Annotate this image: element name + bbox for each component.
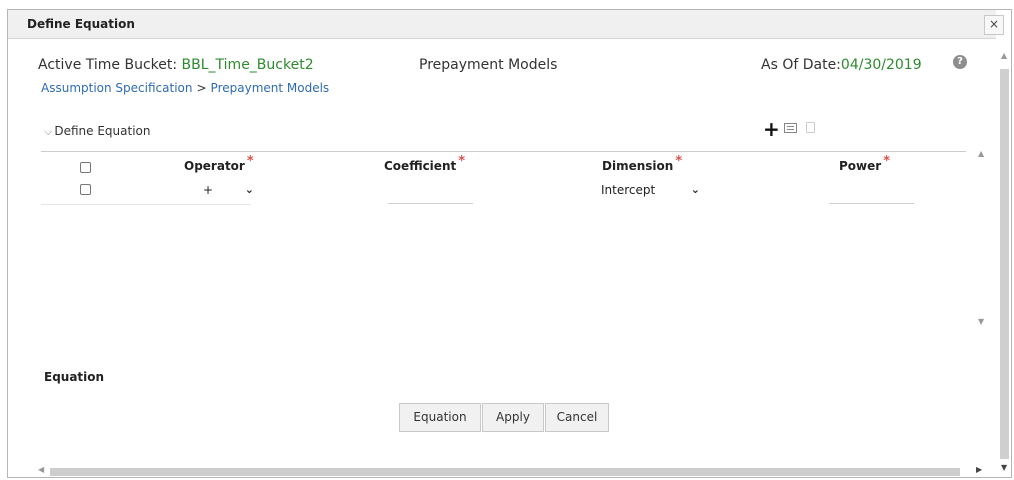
- coefficient-input[interactable]: [388, 203, 473, 204]
- table-vertical-scrollbar[interactable]: ▲ ▼: [975, 149, 989, 336]
- dialog-content: Active Time Bucket: BBL_Time_Bucket2 Pre…: [8, 39, 997, 476]
- dialog-vertical-scrollbar[interactable]: ▲ ▼: [998, 39, 1011, 475]
- dialog-titlebar: Define Equation: [8, 10, 996, 39]
- horizontal-scroll-thumb[interactable]: [50, 468, 960, 476]
- dialog-title: Define Equation: [27, 17, 135, 31]
- column-header-operator: Operator *: [184, 154, 254, 173]
- help-icon[interactable]: ?: [953, 55, 967, 69]
- cancel-button[interactable]: Cancel: [545, 403, 609, 432]
- scroll-right-icon[interactable]: ▶: [976, 465, 982, 474]
- column-header-coefficient: Coefficient *: [384, 154, 466, 173]
- dialog-scroll-up-icon[interactable]: ▲: [1001, 51, 1007, 60]
- column-header-dimension: Dimension *: [602, 154, 683, 173]
- as-of-date-label: As Of Date:: [761, 57, 841, 73]
- chevron-down-icon: ⌵: [44, 125, 53, 138]
- delete-icon[interactable]: [806, 122, 815, 133]
- equation-table: Operator * Coefficient * Dimension * Power *…: [41, 151, 966, 337]
- breadcrumb-assumption-specification[interactable]: Assumption Specification: [41, 81, 192, 95]
- equation-button[interactable]: Equation: [399, 403, 481, 432]
- dialog-scroll-down-icon[interactable]: ▼: [1001, 463, 1007, 472]
- define-equation-dialog: Define Equation × Active Time Bucket: BB…: [7, 9, 1012, 478]
- operator-select[interactable]: + ⌄: [186, 179, 258, 201]
- row-checkbox[interactable]: [80, 184, 91, 195]
- select-all-checkbox[interactable]: [80, 162, 91, 173]
- scroll-down-icon[interactable]: ▼: [978, 317, 984, 326]
- active-time-bucket-value: BBL_Time_Bucket2: [181, 57, 314, 73]
- power-input[interactable]: [829, 203, 914, 204]
- section-title: Define Equation: [54, 124, 151, 138]
- active-time-bucket-label: Active Time Bucket:: [38, 57, 182, 73]
- active-time-bucket: Active Time Bucket: BBL_Time_Bucket2: [38, 57, 314, 73]
- scroll-left-icon[interactable]: ◀: [38, 465, 44, 474]
- as-of-date-value: 04/30/2019: [840, 57, 922, 73]
- define-equation-section-toggle[interactable]: ⌵ Define Equation: [44, 124, 150, 139]
- equation-label: Equation: [44, 370, 105, 384]
- column-header-power: Power *: [839, 154, 890, 173]
- horizontal-scrollbar[interactable]: ◀ ▶: [38, 465, 983, 477]
- close-button[interactable]: ×: [984, 15, 1004, 35]
- add-icon[interactable]: +: [763, 117, 780, 141]
- page-title: Prepayment Models: [419, 57, 558, 73]
- dimension-select[interactable]: Intercept ⌄: [597, 179, 704, 201]
- apply-button[interactable]: Apply: [482, 403, 544, 432]
- as-of-date: As Of Date:04/30/2019: [761, 57, 922, 73]
- breadcrumb-separator: >: [196, 81, 207, 95]
- scroll-up-icon[interactable]: ▲: [978, 149, 984, 158]
- breadcrumb-prepayment-models[interactable]: Prepayment Models: [211, 81, 330, 95]
- dialog-scroll-thumb[interactable]: [1000, 69, 1009, 459]
- breadcrumb: Assumption Specification > Prepayment Mode…: [41, 81, 329, 95]
- row-divider: [41, 204, 251, 205]
- view-icon[interactable]: [784, 123, 797, 133]
